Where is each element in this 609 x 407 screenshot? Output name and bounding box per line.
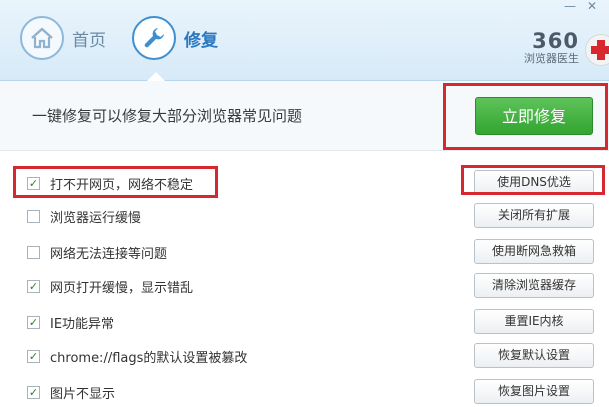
fix-now-button[interactable]: 立即修复 <box>475 97 593 135</box>
nav-repair[interactable]: 修复 <box>132 16 218 60</box>
issue-row: ✓ 网页打开缓慢，显示错乱 清除浏览器缓存 <box>0 271 609 301</box>
issue-checkbox[interactable]: ✓ <box>27 316 40 329</box>
issue-checkbox[interactable] <box>27 210 40 223</box>
issue-label: 图片不显示 <box>50 387 116 402</box>
issue-label: 网页打开缓慢，显示错乱 <box>50 281 194 296</box>
issue-checkbox[interactable]: ✓ <box>27 386 40 399</box>
issue-row: 网络无法连接等问题 使用断网急救箱 <box>0 237 609 267</box>
issue-label: 浏览器运行缓慢 <box>50 211 142 226</box>
issue-checkbox[interactable] <box>27 246 40 259</box>
home-icon <box>20 16 64 60</box>
app-header: 首页 修复 — ✕ 360 浏览器医生 <box>0 0 609 81</box>
issue-label: 网络无法连接等问题 <box>50 247 168 262</box>
brand-number: 360 <box>532 29 579 53</box>
close-button[interactable]: ✕ <box>581 0 603 14</box>
brand-name: 浏览器医生 <box>524 52 579 65</box>
medical-cross-icon <box>585 34 609 66</box>
active-tab-pointer <box>147 72 165 81</box>
issue-action-button[interactable]: 关闭所有扩展 <box>474 203 594 228</box>
issue-label: chrome://flags的默认设置被篡改 <box>50 351 248 366</box>
issue-action-button[interactable]: 恢复图片设置 <box>474 379 594 404</box>
minimize-button[interactable]: — <box>559 0 581 14</box>
issue-action-button[interactable]: 清除浏览器缓存 <box>474 273 594 298</box>
action-highlight-box <box>461 165 605 195</box>
nav-repair-label: 修复 <box>184 30 218 51</box>
wrench-icon <box>132 16 176 60</box>
issue-checkbox[interactable]: ✓ <box>27 280 40 293</box>
issue-row: ✓ 图片不显示 恢复图片设置 <box>0 377 609 407</box>
window-controls: — ✕ <box>559 0 603 14</box>
banner-text: 一键修复可以修复大部分浏览器常见问题 <box>32 107 303 125</box>
issue-action-button[interactable]: 恢复默认设置 <box>474 343 594 368</box>
issue-label: IE功能异常 <box>50 317 115 332</box>
issue-row: ✓ chrome://flags的默认设置被篡改 恢复默认设置 <box>0 341 609 371</box>
issue-action-button[interactable]: 重置IE内核 <box>474 309 594 334</box>
issue-checkbox[interactable]: ✓ <box>27 350 40 363</box>
brand: 360 浏览器医生 <box>524 30 579 66</box>
issue-action-button[interactable]: 使用断网急救箱 <box>474 239 594 264</box>
nav-home-label: 首页 <box>72 30 106 51</box>
issue-row: ✓ IE功能异常 重置IE内核 <box>0 307 609 337</box>
nav-home[interactable]: 首页 <box>20 16 106 60</box>
issue-row: 浏览器运行缓慢 关闭所有扩展 <box>0 201 609 231</box>
issue-highlight-box <box>13 166 218 198</box>
